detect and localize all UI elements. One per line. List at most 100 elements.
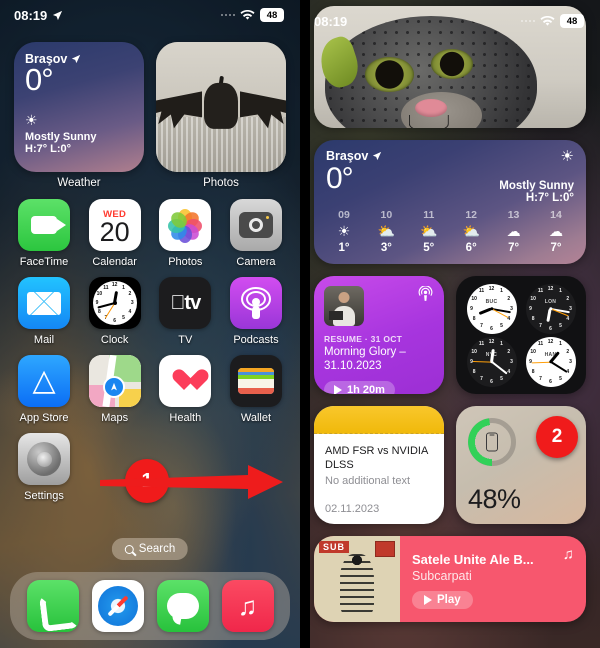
- clock-numeral: 2: [507, 295, 511, 302]
- app-row-1: FaceTime WED 20 Calendar Photos Camera: [14, 199, 286, 268]
- notes-widget[interactable]: AMD FSR vs NVIDIA DLSS No additional tex…: [314, 406, 444, 524]
- weather-left-group: Braşov 0°: [326, 149, 382, 204]
- clock-numeral: 9: [529, 305, 532, 312]
- app-podcasts[interactable]: Podcasts: [226, 277, 286, 346]
- weather-widget-wide[interactable]: Braşov 0° ☀ Mostly Sunny H:7° L:0° 09 ☀ …: [314, 140, 586, 264]
- status-bar-right-group: 48: [220, 8, 284, 22]
- forecast-hour: 09: [338, 209, 350, 221]
- clock-numeral: 6: [113, 317, 117, 324]
- clock-numeral: 1: [122, 284, 125, 291]
- app-tv[interactable]: tv TV: [155, 277, 215, 346]
- app-photos[interactable]: Photos: [155, 199, 215, 268]
- battery-widget[interactable]: 48% 2: [456, 406, 586, 524]
- forecast-temp: 6°: [465, 242, 477, 254]
- weather-city: Braşov: [326, 149, 369, 163]
- camera-icon[interactable]: [229, 199, 282, 251]
- app-facetime[interactable]: FaceTime: [14, 199, 74, 268]
- phone-icon[interactable]: [26, 580, 79, 632]
- cat-eye-left: [365, 56, 414, 93]
- clock-numeral: 9: [529, 358, 532, 365]
- clock-hour-hand: [546, 308, 552, 322]
- weather-high-low: H:7° L:0°: [25, 142, 72, 155]
- music-play-button[interactable]: Play: [412, 591, 473, 609]
- status-bar-right: 08:19 48: [300, 6, 600, 36]
- iphone-icon: [486, 432, 498, 452]
- weather-widget-container[interactable]: Braşov 0° ☀ Mostly Sunny H:7° L:0° Weath…: [14, 42, 144, 189]
- messages-icon[interactable]: [156, 580, 209, 632]
- clock-numeral: 5: [559, 322, 562, 329]
- music-icon[interactable]: ♫: [221, 580, 274, 632]
- clock-numeral: 2: [128, 291, 132, 298]
- app-store-icon[interactable]: △: [18, 355, 70, 407]
- album-art-figure: [340, 554, 374, 616]
- clock-icon[interactable]: 121234567891011: [88, 277, 141, 329]
- clock-numeral: 5: [122, 315, 125, 322]
- weather-widget[interactable]: Braşov 0° ☀ Mostly Sunny H:7° L:0°: [14, 42, 144, 172]
- widget-row-top: Braşov 0° ☀ Mostly Sunny H:7° L:0° Weath…: [0, 30, 300, 189]
- clock-numeral: 7: [539, 322, 542, 329]
- app-icon-grid: FaceTime WED 20 Calendar Photos Camera M…: [0, 189, 300, 502]
- clock-numeral: 12: [488, 338, 495, 345]
- app-app-store[interactable]: △ App Store: [14, 355, 74, 424]
- photos-widget-container[interactable]: Photos: [156, 42, 286, 189]
- world-clock-han: HAN 12 1 2 3 4 5 6 7 8 9 10 11: [525, 336, 576, 387]
- app-label: Mail: [33, 334, 55, 346]
- battery-indicator: 48: [260, 8, 284, 22]
- tv-icon[interactable]: tv: [159, 277, 212, 329]
- heart-glyph: [173, 370, 197, 392]
- podcast-widget[interactable]: RESUME · 31 OCT Morning Glory – 31.10.20…: [314, 276, 444, 394]
- calendar-icon[interactable]: WED 20: [88, 199, 141, 251]
- facetime-icon[interactable]: [18, 199, 70, 251]
- forecast-temp: 7°: [550, 242, 562, 254]
- photos-widget[interactable]: [156, 42, 286, 172]
- sun-icon: ☀: [25, 111, 38, 128]
- app-mail[interactable]: Mail: [14, 277, 74, 346]
- app-clock[interactable]: 121234567891011 Clock: [85, 277, 145, 346]
- maps-icon[interactable]: [88, 355, 141, 407]
- weather-widget-label: Weather: [57, 177, 101, 189]
- settings-icon[interactable]: [18, 433, 70, 485]
- clock-numeral: 1: [559, 288, 562, 295]
- clock-minute-hand: [490, 360, 508, 374]
- app-label: Clock: [100, 334, 129, 346]
- forecast-temp: 1°: [338, 242, 350, 254]
- music-widget[interactable]: SUB ♫ Satele Unite Ale B... Subcarpati P…: [314, 536, 586, 622]
- clock-face: 121234567891011: [92, 281, 137, 325]
- status-bar-left: 08:19 48: [0, 0, 300, 30]
- gear-icon: [27, 442, 61, 476]
- wifi-icon: [540, 15, 555, 26]
- battery-percent: 48%: [468, 484, 521, 514]
- envelope-glyph: [27, 291, 61, 315]
- search-pill[interactable]: Search: [111, 538, 189, 560]
- app-health[interactable]: Health: [155, 355, 215, 424]
- app-settings[interactable]: Settings: [14, 433, 74, 502]
- app-camera[interactable]: Camera: [226, 199, 286, 268]
- podcast-artwork-sign: [329, 311, 343, 320]
- clock-numeral: 1: [500, 341, 503, 348]
- app-wallet[interactable]: Wallet: [226, 355, 286, 424]
- health-icon[interactable]: [159, 355, 212, 407]
- widget-row-middle: RESUME · 31 OCT Morning Glory – 31.10.20…: [314, 276, 586, 394]
- clock-numeral: 11: [478, 288, 485, 295]
- podcast-meta: RESUME · 31 OCT: [324, 334, 403, 344]
- album-art-label: SUB: [319, 541, 350, 553]
- forecast-hour: 14: [550, 209, 562, 221]
- podcast-play-button[interactable]: 1h 20m: [324, 380, 395, 394]
- dragon-photo: [156, 42, 286, 172]
- dock: ♫: [10, 572, 290, 640]
- sun-icon: ☀: [560, 148, 574, 165]
- mail-icon[interactable]: [18, 277, 70, 329]
- world-clock-nyc: NYC 121234567891011: [466, 336, 517, 387]
- wallet-icon[interactable]: [229, 355, 282, 407]
- cat-nose: [415, 99, 447, 117]
- world-clock-widget[interactable]: BUC 12 1 2 3 4 5 6 7 8 9 10 11 LON 12 1 2 3 4 5 6 7 8 9 10 11: [456, 276, 586, 394]
- podcasts-icon[interactable]: [229, 277, 282, 329]
- forecast-hour: 11: [423, 209, 435, 221]
- app-maps[interactable]: Maps: [85, 355, 145, 424]
- cellular-signal-icon: [520, 19, 535, 23]
- notes-date: 02.11.2023: [325, 502, 380, 515]
- app-calendar[interactable]: WED 20 Calendar: [85, 199, 145, 268]
- photos-icon[interactable]: [159, 199, 212, 251]
- world-clock-lon: LON 12 1 2 3 4 5 6 7 8 9 10 11: [525, 283, 576, 334]
- safari-icon[interactable]: [91, 580, 144, 632]
